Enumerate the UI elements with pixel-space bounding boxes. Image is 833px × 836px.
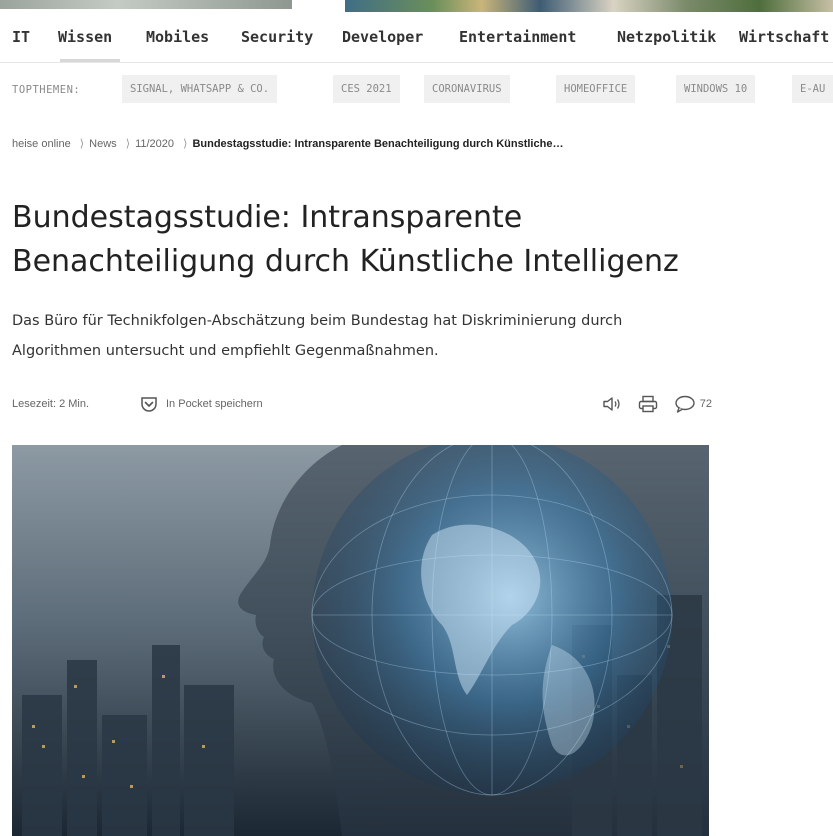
topic-pill-ces[interactable]: CES 2021 <box>333 75 400 103</box>
top-topics-bar: TOPTHEMEN: SIGNAL, WHATSAPP & CO. CES 20… <box>0 75 833 107</box>
pocket-button[interactable]: In Pocket speichern <box>140 395 263 413</box>
comments-button[interactable]: 72 <box>674 395 712 413</box>
teaser-image-right[interactable] <box>345 0 833 12</box>
comment-count: 72 <box>699 398 712 410</box>
article-meta: Lesezeit: 2 Min. In Pocket speichern 72 <box>12 395 712 415</box>
breadcrumb-news[interactable]: News <box>89 138 117 150</box>
article-lead: Das Büro für Technikfolgen-Abschätzung b… <box>12 313 623 359</box>
teaser-image-left[interactable] <box>0 0 292 9</box>
breadcrumb-separator: ⟩ <box>183 138 188 150</box>
pocket-label: In Pocket speichern <box>166 398 263 410</box>
main-navigation: IT Wissen Mobiles Security Developer Ent… <box>0 18 833 63</box>
nav-item-wissen[interactable]: Wissen <box>58 28 112 46</box>
comment-icon <box>675 395 695 413</box>
article-tools: 72 <box>602 395 712 413</box>
printer-icon <box>638 395 657 413</box>
article-title: Bundestagsstudie: Intransparente Benacht… <box>12 200 679 279</box>
top-teaser-images <box>0 0 833 12</box>
breadcrumb-home[interactable]: heise online <box>12 138 71 150</box>
nav-item-developer[interactable]: Developer <box>342 28 423 46</box>
nav-item-netzpolitik[interactable]: Netzpolitik <box>617 28 716 46</box>
nav-item-wirtschaft[interactable]: Wirtschaft <box>739 28 829 46</box>
read-aloud-button[interactable] <box>602 396 622 412</box>
nav-item-security[interactable]: Security <box>241 28 313 46</box>
nav-item-entertainment[interactable]: Entertainment <box>459 28 576 46</box>
topic-pill-signal[interactable]: SIGNAL, WHATSAPP & CO. <box>122 75 278 103</box>
topic-pill-windows10[interactable]: WINDOWS 10 <box>676 75 756 103</box>
topic-pill-homeoffice[interactable]: HOMEOFFICE <box>556 75 636 103</box>
breadcrumb-separator: ⟩ <box>79 138 85 150</box>
breadcrumb: heise online ⟩ News ⟩ 11/2020 ⟩ Bundesta… <box>12 137 563 150</box>
speaker-icon <box>603 397 620 411</box>
pocket-icon <box>141 397 157 412</box>
hero-illustration <box>12 445 709 836</box>
nav-item-mobiles[interactable]: Mobiles <box>146 28 209 46</box>
nav-active-indicator <box>60 59 120 62</box>
breadcrumb-current: Bundestagsstudie: Intransparente Benacht… <box>192 138 564 150</box>
breadcrumb-separator: ⟩ <box>125 138 131 150</box>
topic-pill-eau[interactable]: E-AU <box>792 75 833 103</box>
breadcrumb-month[interactable]: 11/2020 <box>135 138 174 150</box>
print-button[interactable] <box>638 395 658 413</box>
top-topics-label: TOPTHEMEN: <box>12 84 81 96</box>
nav-item-it[interactable]: IT <box>12 28 30 46</box>
reading-time: Lesezeit: 2 Min. <box>12 398 90 410</box>
article-hero-image <box>12 445 709 836</box>
topic-pill-coronavirus[interactable]: CORONAVIRUS <box>424 75 510 103</box>
